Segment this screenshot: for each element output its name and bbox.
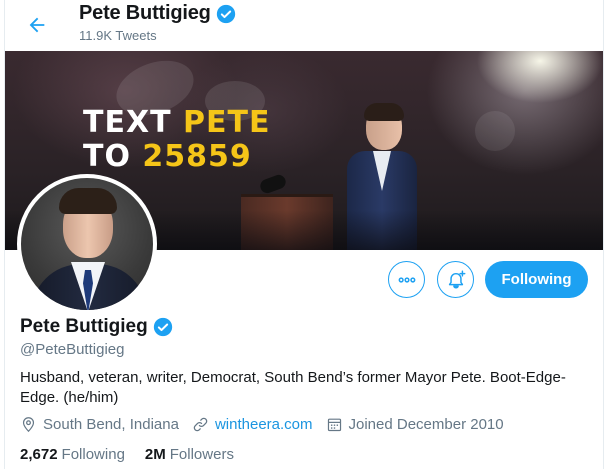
following-count: 2,672 <box>20 446 58 463</box>
following-stat[interactable]: 2,672 Following <box>20 446 125 463</box>
profile-name: Pete Buttigieg <box>20 316 173 338</box>
more-dots-icon <box>398 276 415 283</box>
bell-plus-icon <box>448 270 465 289</box>
back-button[interactable] <box>21 9 53 41</box>
avatar[interactable] <box>17 174 157 314</box>
profile-handle: @PeteButtigieg <box>20 341 125 358</box>
banner-text-line2-a: TO <box>83 139 143 174</box>
notifications-button[interactable] <box>437 261 474 298</box>
more-options-button[interactable] <box>388 261 425 298</box>
calendar-icon <box>327 418 341 432</box>
header-name-text: Pete Buttigieg <box>79 2 211 24</box>
location-pin-icon <box>22 417 35 433</box>
verified-badge-icon <box>153 317 172 337</box>
banner-text-line2-b: 25859 <box>142 139 252 174</box>
followers-label: Followers <box>169 446 234 463</box>
profile-column: Pete Buttigieg 11.9K Tweets TEXT PETE TO… <box>4 0 604 469</box>
profile-joined: Joined December 2010 <box>326 416 504 433</box>
profile-meta: South Bend, Indiana wintheera.com Joined… <box>20 416 517 433</box>
followers-count: 2M <box>144 446 166 463</box>
banner-speaker-hair <box>364 103 404 121</box>
profile-header-bar: Pete Buttigieg 11.9K Tweets <box>5 0 603 50</box>
following-label: Following <box>61 446 125 463</box>
banner-microphone <box>258 172 288 196</box>
following-button[interactable]: Following <box>485 261 588 298</box>
avatar-hair <box>59 188 117 214</box>
header-name: Pete Buttigieg <box>79 2 236 25</box>
followers-stat[interactable]: 2M Followers <box>145 446 234 463</box>
banner-text: TEXT PETE TO 25859 <box>83 106 270 174</box>
verified-badge-icon <box>216 4 235 23</box>
banner-text-line1-b: PETE <box>183 105 271 140</box>
profile-name-text: Pete Buttigieg <box>20 316 148 337</box>
profile-joined-text: Joined December 2010 <box>348 416 504 433</box>
profile-location: South Bend, Indiana <box>20 416 179 433</box>
profile-stats: 2,672 Following 2M Followers <box>20 446 254 463</box>
profile-website[interactable]: wintheera.com <box>192 416 313 433</box>
banner-bokeh <box>475 111 515 151</box>
tweet-count: 11.9K Tweets <box>79 28 157 43</box>
banner-text-line1-a: TEXT <box>83 105 183 140</box>
link-icon <box>193 417 208 432</box>
profile-website-link[interactable]: wintheera.com <box>215 416 313 433</box>
profile-bio: Husband, veteran, writer, Democrat, Sout… <box>20 369 566 406</box>
arrow-left-icon <box>29 17 45 33</box>
profile-location-text: South Bend, Indiana <box>43 416 179 433</box>
